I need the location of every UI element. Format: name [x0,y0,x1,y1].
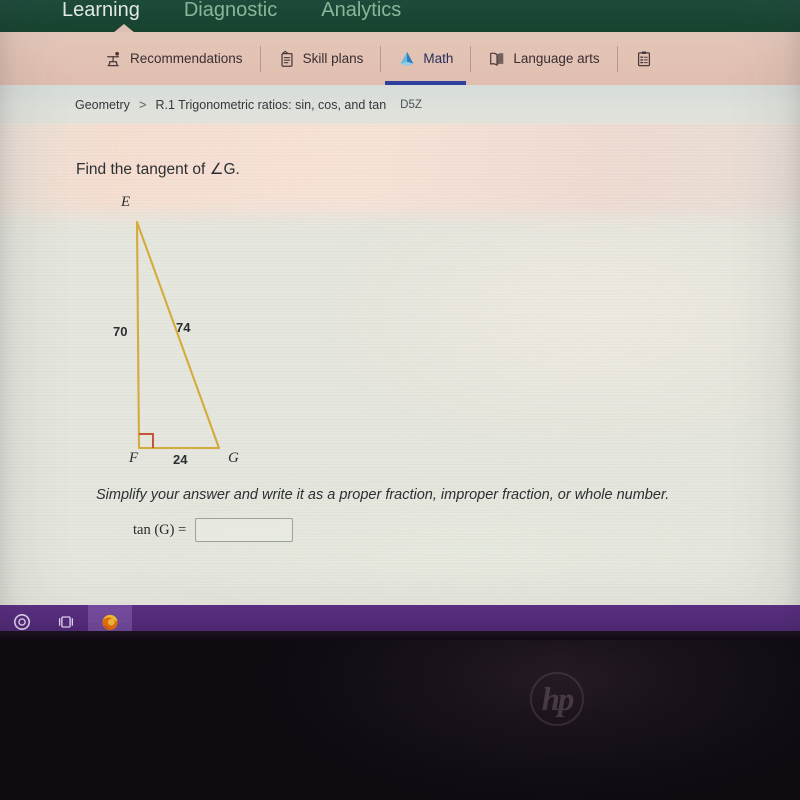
side-label-ef: 70 [113,324,128,339]
subject-nav-bar: Recommendations Skill plans Math Languag… [0,32,800,85]
vertex-label-g: G [228,450,239,466]
triangle-figure: E F G 70 74 24 [0,124,400,484]
top-nav-items: Learning Diagnostic Analytics [0,0,401,32]
skill-code: D5Z [400,98,422,111]
clipboard-checklist-icon [635,50,653,68]
right-angle-marker-icon [139,433,154,448]
screen-bezel-bottom [0,631,800,640]
triangle-svg [135,220,221,450]
screen-glare-soft [330,184,800,444]
breadcrumb-root[interactable]: Geometry [75,98,130,112]
open-book-icon [488,50,506,68]
subject-tab-recommendations[interactable]: Recommendations [88,32,260,85]
subject-tab-label: Math [423,51,454,66]
top-nav-item-learning[interactable]: Learning [62,0,140,22]
top-nav-item-analytics[interactable]: Analytics [321,0,401,22]
math-pyramid-icon [398,50,416,68]
vertex-label-e: E [121,194,131,210]
firefox-icon [102,614,118,630]
search-circle-icon [14,613,30,630]
side-label-fg: 24 [173,452,188,467]
skill-plans-icon [278,50,296,68]
subject-tab-label: Recommendations [130,51,243,66]
laptop-base [0,638,800,800]
subject-tab-math[interactable]: Math [381,32,470,85]
vertex-label-f: F [129,450,139,466]
subject-tab-skill-plans[interactable]: Skill plans [261,32,381,85]
laptop-photo: hp Learning Diagnostic Analytics Recomme… [0,0,800,800]
subject-tab-clipboard[interactable] [618,32,677,85]
side-label-eg: 74 [176,320,191,335]
answer-row: tan (G) = [133,518,294,542]
breadcrumb-separator-icon: > [138,97,147,112]
answer-label: tan (G) = [133,521,187,538]
breadcrumb: Geometry > R.1 Trigonometric ratios: sin… [0,85,800,124]
task-view-icon [58,615,74,628]
answer-instruction: Simplify your answer and write it as a p… [96,487,670,503]
top-nav-item-diagnostic[interactable]: Diagnostic [184,0,277,22]
subject-tab-label: Skill plans [302,51,364,66]
subject-tab-label: Language arts [513,51,600,66]
recommendations-icon [105,50,123,68]
triangle-outline [135,220,221,450]
laptop-screen: Learning Diagnostic Analytics Recommenda… [0,0,800,638]
subject-tab-language-arts[interactable]: Language arts [471,32,616,85]
breadcrumb-current: R.1 Trigonometric ratios: sin, cos, and … [155,97,387,112]
answer-input[interactable] [195,518,294,542]
hp-logo: hp [530,672,584,726]
